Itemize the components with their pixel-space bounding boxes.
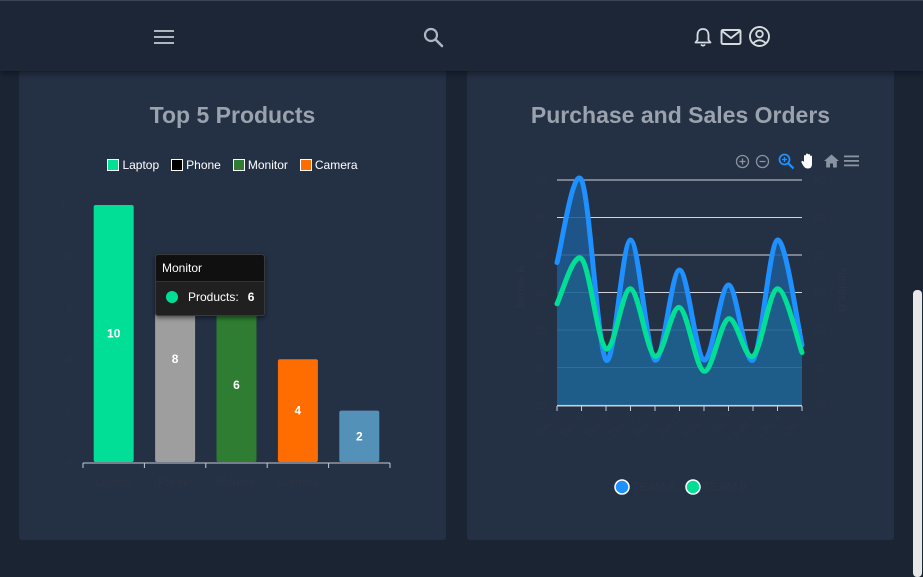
search-icon[interactable] bbox=[422, 26, 444, 48]
y-right-tick-label: 70 bbox=[813, 250, 825, 262]
y-left-tick-label: 50 bbox=[536, 213, 548, 225]
tooltip-label: Products: bbox=[188, 290, 239, 304]
y-left-tick-label: 45 bbox=[536, 250, 548, 262]
pan-icon[interactable] bbox=[800, 152, 817, 170]
y-right-tick-label: 40 bbox=[813, 363, 825, 375]
y-right-tick-label: 50 bbox=[813, 325, 825, 337]
bell-icon[interactable] bbox=[692, 26, 714, 48]
x-tick-label: Dec 1 bbox=[755, 411, 784, 440]
x-tick-label: Dec 0 bbox=[583, 411, 612, 440]
zoom-in-icon[interactable] bbox=[735, 154, 750, 169]
x-tick-label: Dec 0 bbox=[730, 411, 759, 440]
tooltip-value: 6 bbox=[247, 290, 255, 304]
x-tick-label: Dec 0 bbox=[534, 411, 563, 440]
tooltip-marker bbox=[166, 291, 178, 303]
legend-marker bbox=[614, 479, 630, 495]
x-tick-label: Dec 0 bbox=[559, 411, 588, 440]
tooltip-title: Monitor bbox=[156, 255, 264, 282]
mail-icon[interactable] bbox=[719, 26, 743, 48]
x-tick-label: Dec 0 bbox=[657, 411, 686, 440]
y-left-axis-title: Series A bbox=[515, 265, 527, 309]
x-tick-label: Dec 1 bbox=[779, 411, 808, 440]
orders-area-chart: 25 30 35 40 45 50 55 30 40 50 60 70 80 90 Series A Seri… bbox=[515, 175, 848, 495]
top-app-bar bbox=[0, 0, 923, 71]
y-right-axis-title: Series B bbox=[836, 268, 848, 312]
x-tick-label: Dec 0 bbox=[608, 411, 637, 440]
x-tick-label: Dec 0 bbox=[706, 411, 735, 440]
y-left-tick-label: 25 bbox=[536, 400, 548, 412]
y-left-tick-label: 55 bbox=[536, 175, 548, 187]
y-right-tick-label: 60 bbox=[813, 288, 825, 300]
bar-tooltip: Monitor Products: 6 bbox=[155, 254, 265, 316]
y-left-tick-label: 40 bbox=[536, 288, 548, 300]
tooltip-row: Products: 6 bbox=[156, 282, 264, 304]
x-tick-label: Dec 0 bbox=[632, 411, 661, 440]
legend-marker bbox=[685, 479, 701, 495]
zoom-select-icon[interactable] bbox=[778, 153, 795, 170]
account-icon[interactable] bbox=[748, 25, 771, 48]
y-right-tick-label: 30 bbox=[813, 400, 825, 412]
x-tick-label: Dec 0 bbox=[681, 411, 710, 440]
y-left-tick-label: 30 bbox=[536, 363, 548, 375]
menu-icon[interactable] bbox=[153, 28, 175, 46]
y-right-tick-label: 90 bbox=[813, 175, 825, 187]
legend-label: TEAM A bbox=[632, 480, 676, 494]
home-reset-icon[interactable] bbox=[823, 153, 840, 169]
y-left-tick-label: 35 bbox=[536, 325, 548, 337]
menu-lines-icon[interactable] bbox=[843, 154, 860, 168]
legend-label: TEAM B bbox=[703, 480, 748, 494]
zoom-out-icon[interactable] bbox=[755, 154, 770, 169]
y-right-tick-label: 80 bbox=[813, 213, 825, 225]
